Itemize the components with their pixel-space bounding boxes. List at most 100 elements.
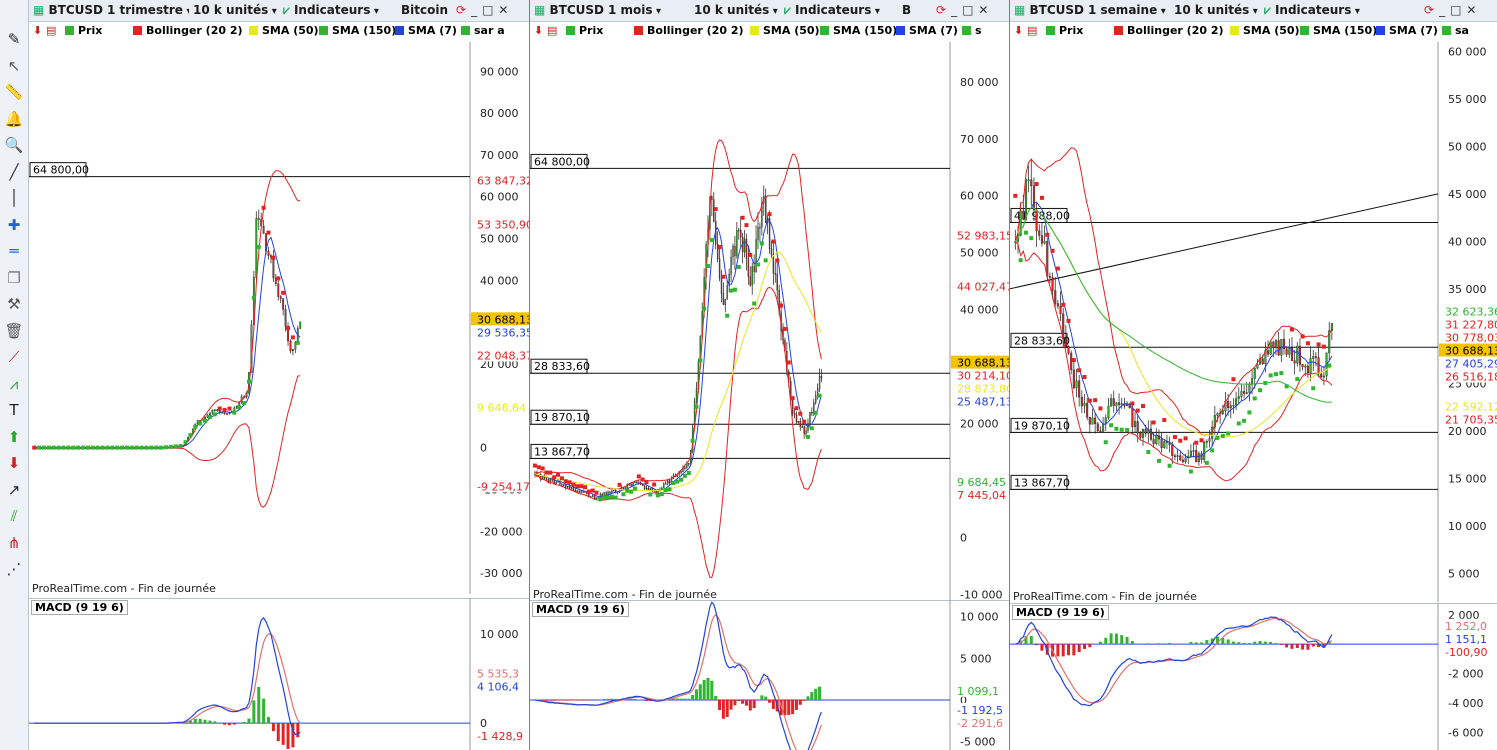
collapse-icon[interactable]: ⬇ ▤ [33, 22, 56, 39]
units-selector[interactable]: 10 k unités ▾ [694, 2, 780, 19]
sar-dot [1258, 388, 1263, 393]
maximize-icon[interactable]: □ [962, 3, 973, 17]
legend-item[interactable]: Bollinger (20 2) [634, 22, 744, 39]
period-selector[interactable]: 1 semaine ▾ [1088, 2, 1170, 19]
tools-icon[interactable]: ⚒ [4, 295, 24, 315]
legend-item[interactable]: Prix [1046, 22, 1083, 39]
pen-icon[interactable]: ✎ [4, 30, 24, 50]
ruler-icon[interactable]: 📏 [4, 83, 24, 103]
legend-item[interactable]: sar a [461, 22, 505, 39]
macd-legend[interactable]: MACD (9 19 6) [1012, 605, 1109, 620]
indicators-button[interactable]: ⩗ Indicateurs ▾ [784, 2, 896, 19]
close-icon[interactable]: ✕ [978, 3, 988, 17]
legend-item[interactable]: SMA (150) [820, 22, 897, 39]
sar-dot [1071, 358, 1076, 363]
maximize-icon[interactable]: □ [1450, 3, 1461, 17]
legend-item[interactable]: SMA (50) [249, 22, 319, 39]
symbol-selector[interactable]: ▦ BTCUSD ▾ [33, 2, 103, 19]
chart-pane-1[interactable]: ▦ BTCUSD ▾1 trimestre ▾10 k unités ▾⩗ In… [29, 0, 530, 750]
text-icon[interactable]: T [4, 401, 24, 421]
refresh-icon[interactable]: ⟳ [936, 3, 946, 17]
legend-item[interactable]: SMA (150) [1300, 22, 1377, 39]
vertical-line-icon[interactable]: │ [4, 189, 24, 209]
macd-histogram-bar [252, 700, 256, 724]
minimize-icon[interactable]: _ [1439, 3, 1445, 17]
crosshair-icon[interactable]: ✚ [4, 216, 24, 236]
units-selector[interactable]: 10 k unités ▾ [193, 2, 279, 19]
candle [645, 487, 648, 490]
legend-item[interactable]: SMA (150) [319, 22, 396, 39]
minimize-icon[interactable]: _ [471, 3, 477, 17]
chart-pane-3[interactable]: ▦ BTCUSD ▾1 semaine ▾10 k unités ▾⩗ Indi… [1010, 0, 1497, 750]
indicators-button[interactable]: ⩗ Indicateurs ▾ [1264, 2, 1376, 19]
gann-fan-icon[interactable]: ⋰ [4, 560, 24, 580]
line-tool-icon[interactable]: ╱ [4, 163, 24, 183]
duplicate-icon[interactable]: ❐ [4, 269, 24, 289]
legend-item[interactable]: Prix [65, 22, 102, 39]
legend-item[interactable]: SMA (7) [395, 22, 457, 39]
window-controls[interactable]: ⟳ _ □ ✕ [931, 2, 1003, 19]
cursor-icon[interactable]: ↖ [4, 57, 24, 77]
close-icon[interactable]: ✕ [498, 3, 508, 17]
fibonacci-icon[interactable]: ⩘ [4, 375, 24, 395]
candle [1277, 340, 1280, 356]
legend-label: Prix [78, 24, 103, 37]
symbol-selector[interactable]: ▦ BTCUSD ▾ [534, 2, 604, 19]
macd-chart[interactable]: 2 0000-2 000-4 000-6 0001 252,01 151,1-1… [1010, 603, 1497, 750]
minimize-icon[interactable]: _ [951, 3, 957, 17]
buy-arrow-icon[interactable]: ⬆ [4, 428, 24, 448]
legend-item[interactable]: SMA (7) [896, 22, 958, 39]
alarm-bell-icon[interactable]: 🔔 [4, 110, 24, 130]
andrews-pitchfork-icon[interactable]: ⋔ [4, 534, 24, 554]
macd-chart[interactable]: 10 000 0 5 535,34 106,4 -1 428,9 [29, 598, 529, 750]
trend-channel-icon[interactable]: ⟋ [4, 348, 24, 368]
price-chart[interactable]: 80 00070 00060 00050 00040 00030 00020 0… [530, 42, 1009, 600]
ray-icon[interactable]: ↗ [4, 481, 24, 501]
zoom-icon[interactable]: 🔍 [4, 136, 24, 156]
collapse-icon[interactable]: ⬇ ▤ [534, 22, 557, 39]
legend-item[interactable]: sa [1442, 22, 1469, 39]
legend-item[interactable]: Bollinger (20 2) [1114, 22, 1224, 39]
trash-icon[interactable]: 🗑 [4, 322, 24, 342]
parallel-lines-icon[interactable]: ⫽ [4, 507, 24, 527]
period-selector[interactable]: 1 mois ▾ [608, 2, 690, 19]
sell-arrow-icon[interactable]: ⬇ [4, 454, 24, 474]
period-selector[interactable]: 1 trimestre ▾ [107, 2, 189, 19]
refresh-icon[interactable]: ⟳ [1424, 3, 1434, 17]
legend-item[interactable]: SMA (7) [1376, 22, 1438, 39]
sar-dot [690, 438, 695, 443]
legend-item[interactable]: SMA (50) [1230, 22, 1300, 39]
trend-line[interactable] [1010, 193, 1439, 290]
legend-item[interactable]: Bollinger (20 2) [133, 22, 243, 39]
macd-legend[interactable]: MACD (9 19 6) [31, 600, 128, 615]
window-controls[interactable]: ⟳ _ □ ✕ [451, 2, 523, 19]
close-icon[interactable]: ✕ [1466, 3, 1476, 17]
maximize-icon[interactable]: □ [482, 3, 493, 17]
horizontal-line-icon[interactable]: ═ [4, 242, 24, 262]
candle [549, 479, 552, 483]
macd-histogram-bar [267, 716, 271, 724]
legend-item[interactable]: SMA (50) [750, 22, 820, 39]
chart-pane-2[interactable]: ▦ BTCUSD ▾1 mois ▾10 k unités ▾⩗ Indicat… [530, 0, 1010, 750]
refresh-icon[interactable]: ⟳ [456, 3, 466, 17]
collapse-icon[interactable]: ⬇ ▤ [1014, 22, 1037, 39]
chevron-down-icon: ▾ [1249, 6, 1258, 17]
price-chart[interactable]: 90 00080 00070 00060 00050 00040 00030 0… [29, 42, 529, 594]
macd-histogram-bar [771, 700, 775, 709]
candle [1083, 402, 1086, 407]
macd-legend[interactable]: MACD (9 19 6) [532, 602, 629, 617]
price-chart[interactable]: 60 00055 00050 00045 00040 00035 00030 0… [1010, 42, 1497, 602]
macd-chart[interactable]: 10 0005 0000-5 0001 099,1-1 192,5-2 291,… [530, 600, 1009, 750]
sar-dot [1247, 410, 1252, 415]
units-selector[interactable]: 10 k unités ▾ [1174, 2, 1260, 19]
window-controls[interactable]: ⟳ _ □ ✕ [1419, 2, 1491, 19]
sar-dot [567, 480, 572, 485]
macd-tag: 4 106,4 [477, 681, 519, 694]
indicators-button[interactable]: ⩗ Indicateurs ▾ [283, 2, 395, 19]
legend-item[interactable]: Prix [566, 22, 603, 39]
legend-item[interactable]: s [962, 22, 982, 39]
symbol-selector[interactable]: ▦ BTCUSD ▾ [1014, 2, 1084, 19]
candle [1032, 185, 1035, 211]
indicators-button-label: Indicateurs [1274, 3, 1352, 17]
candle [613, 490, 615, 492]
